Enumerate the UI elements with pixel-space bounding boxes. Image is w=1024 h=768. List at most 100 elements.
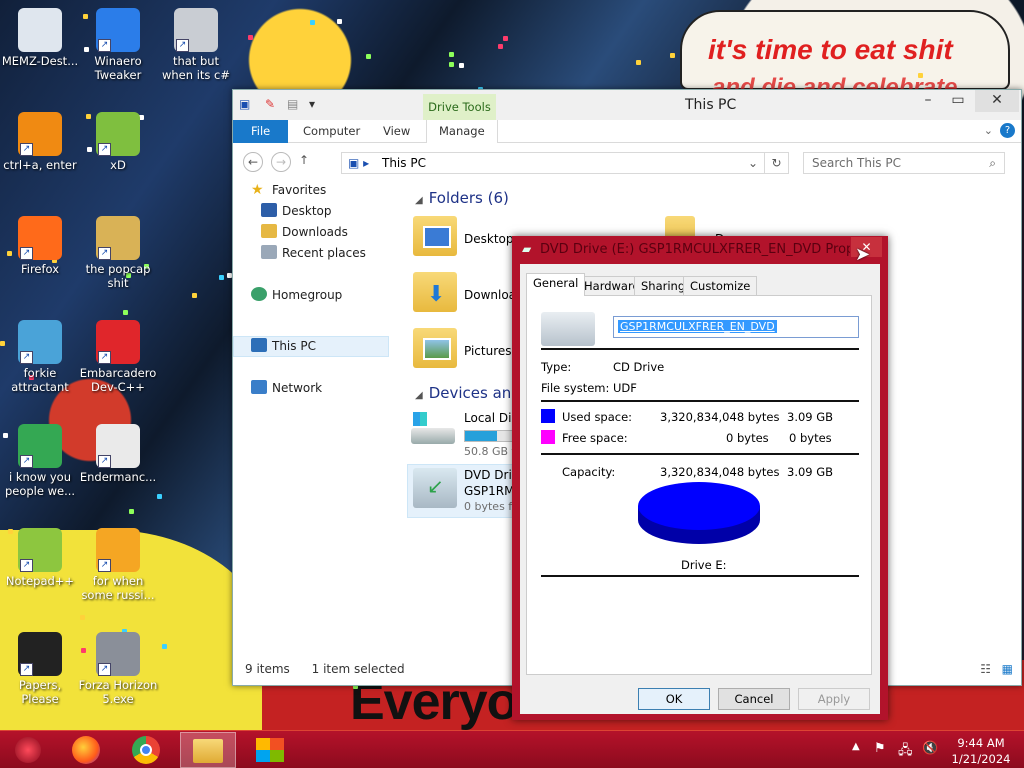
address-toolbar: ← → ↑ ▣ ▸ This PC ⌄ ↻ Search This PC ⌕ <box>233 143 1021 179</box>
search-input[interactable]: Search This PC ⌕ <box>803 152 1005 174</box>
firefox-icon <box>72 736 100 764</box>
nav-downloads[interactable]: Downloads <box>261 222 348 242</box>
properties-icon[interactable]: ✎ <box>265 97 279 111</box>
show-hidden-icons-button[interactable]: ▲ <box>852 741 860 752</box>
volume-muted-icon[interactable]: 🔇 <box>922 741 938 756</box>
local-disk-icon[interactable] <box>409 408 457 448</box>
desktop-icon-item[interactable]: ↗ i know you people we... <box>0 424 80 498</box>
folder-pictures[interactable]: Pictures <box>464 344 512 358</box>
desktop-icon-item[interactable]: MEMZ-Dest... <box>0 8 80 68</box>
nav-favorites[interactable]: ★ Favorites <box>251 180 326 200</box>
tab-customize[interactable]: Customize <box>683 276 758 295</box>
file-system-label: File system: <box>541 381 610 395</box>
folder-desktop[interactable]: Desktop <box>464 232 514 246</box>
back-button[interactable]: ← <box>243 152 263 172</box>
type-label: Type: <box>541 360 572 374</box>
taskbar-windows-app[interactable] <box>242 732 298 768</box>
expand-ribbon-icon[interactable]: ⌄ <box>984 124 993 137</box>
new-folder-icon[interactable]: ▤ <box>287 97 301 111</box>
minimize-button[interactable]: – <box>913 90 943 112</box>
nav-homegroup[interactable]: Homegroup <box>251 285 342 305</box>
nav-desktop[interactable]: Desktop <box>261 201 332 221</box>
desktop-icon-item[interactable]: ↗ forkie attractant <box>0 320 80 394</box>
taskbar-firefox[interactable] <box>58 732 114 768</box>
large-icons-view-icon[interactable]: ▦ <box>1002 662 1013 676</box>
desktop-icon-item[interactable]: ↗ xD <box>78 112 158 172</box>
taskbar-chrome[interactable] <box>118 732 174 768</box>
status-bar: 9 items 1 item selected <box>245 662 405 676</box>
wallpaper-bubble-text: it's time to eat shit <box>708 34 953 65</box>
nav-recent-places[interactable]: Recent places <box>261 243 366 263</box>
desktop-icon-item[interactable]: ↗ Winaero Tweaker <box>78 8 158 82</box>
type-value: CD Drive <box>613 360 665 374</box>
tab-general[interactable]: General <box>526 273 586 296</box>
forward-button[interactable]: → <box>271 152 291 172</box>
desktop-icon-item[interactable]: ↗ ctrl+a, enter <box>0 112 80 172</box>
volume-name-input[interactable]: GSP1RMCULXFRER_EN_DVD <box>613 316 859 338</box>
used-space-swatch <box>541 409 555 423</box>
folder-icon <box>193 739 223 763</box>
desktop-icon-item[interactable]: ↗ Embarcadero Dev-C++ <box>78 320 158 394</box>
desktop-icon-item[interactable]: ↗ for when some russi... <box>78 528 158 602</box>
help-icon[interactable]: ? <box>1000 123 1015 138</box>
refresh-button[interactable]: ↻ <box>765 152 789 174</box>
desktop-icon-item[interactable]: ↗ Endermanc... <box>78 424 158 484</box>
explorer-titlebar[interactable]: ▣ ✎ ▤ ▾ Drive Tools This PC – ▭ ✕ <box>233 90 1021 120</box>
address-bar[interactable]: ▣ ▸ This PC ⌄ <box>341 152 765 174</box>
confetti-piece <box>123 310 128 315</box>
network-icon <box>251 380 267 394</box>
confetti-piece <box>449 52 454 57</box>
tab-view[interactable]: View <box>371 120 422 143</box>
cancel-button[interactable]: Cancel <box>718 688 790 710</box>
desktop-app-icon: ↗ <box>96 632 140 676</box>
tab-manage[interactable]: Manage <box>426 120 498 143</box>
ribbon-tabs: File Computer View Manage ⌄ ? <box>233 120 1021 143</box>
nav-network-label: Network <box>272 381 323 395</box>
action-center-flag-icon[interactable]: ⚑ <box>874 741 886 756</box>
desktop-icon-item[interactable]: ↗ that but when its c# <box>156 8 236 82</box>
mouse-cursor-icon: ➤ <box>855 244 871 265</box>
desktop-icon-item[interactable]: ↗ Notepad++ <box>0 528 80 588</box>
taskbar-file-explorer[interactable] <box>180 732 236 768</box>
folders-section-header[interactable]: ◢ Folders (6) <box>415 189 509 207</box>
folder-desktop-icon[interactable] <box>413 216 457 256</box>
apply-button[interactable]: Apply <box>798 688 870 710</box>
desktop-app-icon: ↗ <box>18 320 62 364</box>
nav-network[interactable]: Network <box>251 378 322 398</box>
free-space-label: Free space: <box>562 431 628 445</box>
desktop-icon-item[interactable]: ↗ Firefox <box>0 216 80 276</box>
qat-dropdown-icon[interactable]: ▾ <box>309 97 323 111</box>
tab-file[interactable]: File <box>233 120 289 143</box>
desktop-icon-item[interactable]: ↗ Forza Horizon 5.exe <box>78 632 158 706</box>
start-orb-icon <box>15 737 41 763</box>
dvd-drive-small-icon: ▰ <box>522 242 532 256</box>
desktop-icon-item[interactable]: ↗ Papers, Please <box>0 632 80 706</box>
address-dropdown-icon[interactable]: ⌄ <box>748 153 758 173</box>
start-button[interactable] <box>0 732 56 768</box>
folder-downloads-icon[interactable]: ⬇ <box>413 272 457 312</box>
tab-computer[interactable]: Computer <box>291 120 372 143</box>
desktop-icon-label: Endermanc... <box>79 470 157 484</box>
ok-button[interactable]: OK <box>638 688 710 710</box>
drive-letter-label: Drive E: <box>681 558 727 572</box>
network-tray-icon[interactable]: 🖧 <box>898 741 913 763</box>
up-button[interactable]: ↑ <box>299 153 309 167</box>
desktop-app-icon: ↗ <box>96 320 140 364</box>
maximize-button[interactable]: ▭ <box>943 90 973 112</box>
window-title: This PC <box>685 97 737 113</box>
close-button[interactable]: ✕ <box>975 90 1019 112</box>
desktop-app-icon: ↗ <box>96 424 140 468</box>
shortcut-arrow-icon: ↗ <box>98 247 111 260</box>
desktop-icon-item[interactable]: ↗ the popcap shit <box>78 216 158 290</box>
details-view-icon[interactable]: ☷ <box>980 662 991 676</box>
shortcut-arrow-icon: ↗ <box>98 351 111 364</box>
nav-this-pc[interactable]: This PC <box>251 336 316 356</box>
desktop-icon <box>261 203 277 217</box>
folders-header-text: Folders (6) <box>428 189 509 207</box>
shortcut-arrow-icon: ↗ <box>176 39 189 52</box>
dvd-drive-free: 0 bytes fr <box>464 500 517 513</box>
dvd-drive-icon <box>541 312 595 346</box>
system-clock[interactable]: 9:44 AM 1/21/2024 <box>946 735 1016 767</box>
folder-pictures-icon[interactable] <box>413 328 457 368</box>
shortcut-arrow-icon: ↗ <box>98 663 111 676</box>
